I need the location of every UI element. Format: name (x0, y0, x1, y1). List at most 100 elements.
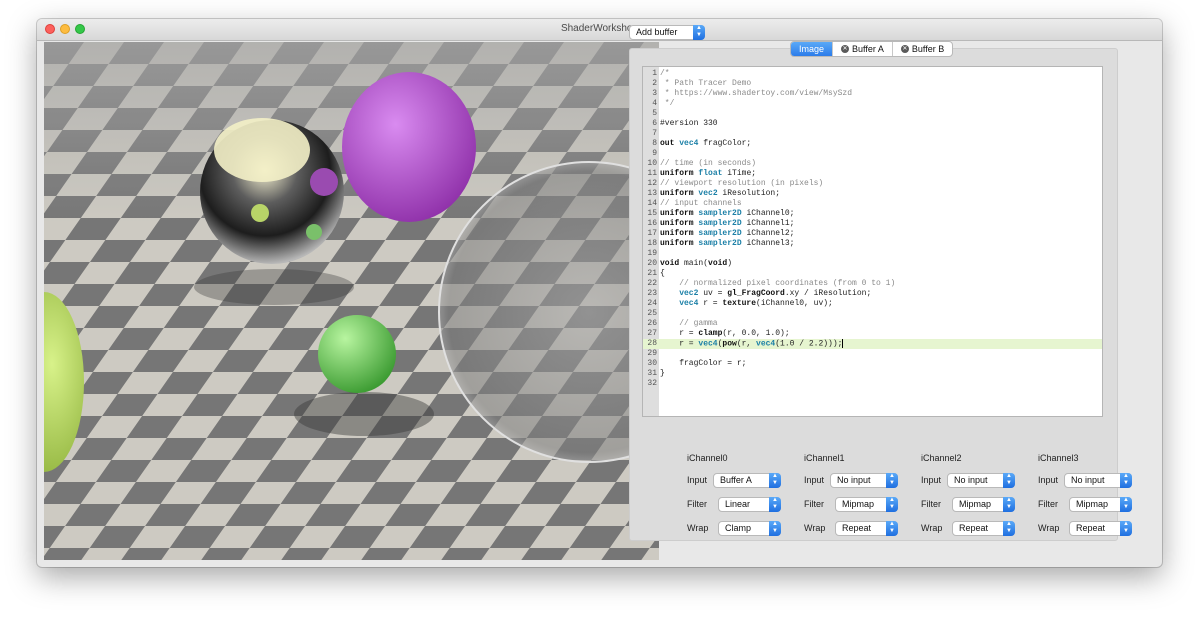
code-line[interactable]: 20 void main(void) (643, 259, 1102, 269)
input-popup[interactable]: Buffer A ▲ ▼ (713, 473, 781, 488)
code-line[interactable]: 30 fragColor = r; (643, 359, 1102, 369)
code-line[interactable]: 12// viewport resolution (in pixels) (643, 179, 1102, 189)
tab-buffer-a[interactable]: ✕ Buffer A (833, 42, 893, 56)
filter-value: Linear (725, 499, 751, 509)
code-line-text: uniform vec2 iResolution; (660, 189, 781, 198)
close-circle-icon[interactable]: ✕ (900, 45, 909, 53)
up-down-chevron-icon: ▲ ▼ (886, 521, 898, 536)
filter-label: Filter (921, 499, 941, 509)
filter-label: Filter (687, 499, 707, 509)
up-down-chevron-icon: ▲ ▼ (769, 473, 781, 488)
input-popup[interactable]: No input ▲ ▼ (947, 473, 1015, 488)
wrap-popup[interactable]: Repeat ▲ ▼ (835, 521, 898, 536)
code-line[interactable]: 17 uniform sampler2D iChannel2; (643, 229, 1102, 239)
code-line[interactable]: 2 * Path Tracer Demo (643, 79, 1102, 89)
code-line[interactable]: 23 vec2 uv = gl_FragCoord.xy / iResoluti… (643, 289, 1102, 299)
filter-popup[interactable]: Linear ▲ ▼ (718, 497, 781, 512)
up-down-chevron-icon: ▲ ▼ (769, 497, 781, 512)
code-line-text: // input channels (660, 199, 742, 208)
code-line[interactable]: 18 uniform sampler2D iChannel3; (643, 239, 1102, 249)
code-line-text: /* (660, 69, 670, 78)
up-down-chevron-icon: ▲ ▼ (769, 521, 781, 536)
code-line-text: void main(void) (660, 259, 733, 268)
line-number: 27 (647, 329, 657, 338)
code-line-text: vec2 uv = gl_FragCoord.xy / iResolution; (679, 289, 872, 298)
add-buffer-popup[interactable]: Add buffer ▲ ▼ (629, 25, 705, 40)
code-line[interactable]: 7 (643, 129, 1102, 139)
line-number: 3 (652, 89, 657, 98)
code-line[interactable]: 22 // normalized pixel coordinates (from… (643, 279, 1102, 289)
code-line[interactable]: 16 uniform sampler2D iChannel1; (643, 219, 1102, 229)
input-label: Input (804, 475, 825, 485)
line-number: 19 (647, 249, 657, 258)
code-content[interactable]: 1/* 2 * Path Tracer Demo 3 * https://www.s… (643, 69, 1102, 389)
code-line[interactable]: 4 */ (643, 99, 1102, 109)
input-popup[interactable]: No input ▲ ▼ (830, 473, 898, 488)
wrap-popup[interactable]: Repeat ▲ ▼ (952, 521, 1015, 536)
window-title: ShaderWorkshop (560, 23, 639, 34)
tab-label: Buffer A (852, 44, 884, 54)
code-line[interactable]: 11 uniform float iTime; (643, 169, 1102, 179)
filter-popup[interactable]: Mipmap ▲ ▼ (835, 497, 898, 512)
code-line[interactable]: 1/* (643, 69, 1102, 79)
code-line-text: * Path Tracer Demo (660, 79, 752, 88)
line-number: 1 (652, 69, 657, 78)
wrap-label: Wrap (687, 523, 709, 533)
line-number: 13 (647, 189, 657, 198)
code-line[interactable]: 26 // gamma (643, 319, 1102, 329)
line-number: 2 (652, 79, 657, 88)
code-line[interactable]: 27 r = clamp(r, 0.0, 1.0); (643, 329, 1102, 339)
rendered-scene-image (44, 42, 659, 560)
code-line[interactable]: 25 (643, 309, 1102, 319)
up-down-chevron-icon: ▲ ▼ (1120, 497, 1132, 512)
up-down-chevron-icon: ▲ ▼ (1003, 473, 1015, 488)
code-line[interactable]: 21{ (643, 269, 1102, 279)
wrap-label: Wrap (804, 523, 826, 533)
add-buffer-label: Add buffer (636, 27, 678, 37)
line-number: 7 (652, 129, 657, 138)
wrap-label: Wrap (1038, 523, 1060, 533)
code-line[interactable]: 15 uniform sampler2D iChannel0; (643, 209, 1102, 219)
code-line[interactable]: 14// input channels (643, 199, 1102, 209)
up-down-chevron-icon: ▲ ▼ (1120, 473, 1132, 488)
code-line[interactable]: 24 vec4 r = texture(iChannel0, uv); (643, 299, 1102, 309)
input-value: No input (954, 475, 988, 485)
code-line[interactable]: 28 r = vec4(pow(r, vec4(1.0 / 2.2))); (643, 339, 1102, 349)
line-number: 15 (647, 209, 657, 218)
code-line[interactable]: 19 (643, 249, 1102, 259)
code-line[interactable]: 31} (643, 369, 1102, 379)
filter-value: Mipmap (842, 499, 875, 509)
code-line[interactable]: 3 * https://www.shadertoy.com/view/MsySz… (643, 89, 1102, 99)
wrap-popup[interactable]: Repeat ▲ ▼ (1069, 521, 1132, 536)
code-line[interactable]: 6 #version 330 (643, 119, 1102, 129)
wrap-popup[interactable]: Clamp ▲ ▼ (718, 521, 781, 536)
input-popup[interactable]: No input ▲ ▼ (1064, 473, 1132, 488)
line-number: 8 (652, 139, 657, 148)
wrap-value: Repeat (959, 523, 989, 533)
code-line[interactable]: 9 (643, 149, 1102, 159)
line-number: 25 (647, 309, 657, 318)
line-number: 29 (647, 349, 657, 358)
code-line[interactable]: 32 (643, 379, 1102, 389)
filter-popup[interactable]: Mipmap ▲ ▼ (952, 497, 1015, 512)
up-down-chevron-icon: ▲ ▼ (1003, 497, 1015, 512)
channel-title: iChannel3 (1038, 453, 1079, 463)
code-line[interactable]: 10// time (in seconds) (643, 159, 1102, 169)
shader-preview[interactable] (44, 42, 659, 560)
code-line[interactable]: 8 out vec4 fragColor; (643, 139, 1102, 149)
close-circle-icon[interactable]: ✕ (841, 45, 850, 53)
code-line[interactable]: 13 uniform vec2 iResolution; (643, 189, 1102, 199)
filter-popup[interactable]: Mipmap ▲ ▼ (1069, 497, 1132, 512)
tab-image[interactable]: Image (791, 42, 834, 56)
code-line[interactable]: 5 (643, 109, 1102, 119)
line-number: 6 (652, 119, 657, 128)
code-line-text: r = clamp(r, 0.0, 1.0); (660, 329, 790, 338)
code-line[interactable]: 29 (643, 349, 1102, 359)
tab-buffer-b[interactable]: ✕ Buffer B (893, 42, 952, 56)
line-number: 24 (647, 299, 657, 308)
line-number: 4 (652, 99, 657, 108)
code-line-text: out vec4 fragColor; (660, 139, 752, 148)
line-number: 18 (647, 239, 657, 248)
wrap-value: Repeat (842, 523, 872, 533)
code-editor[interactable]: 1/* 2 * Path Tracer Demo 3 * https://www.s… (642, 66, 1103, 417)
